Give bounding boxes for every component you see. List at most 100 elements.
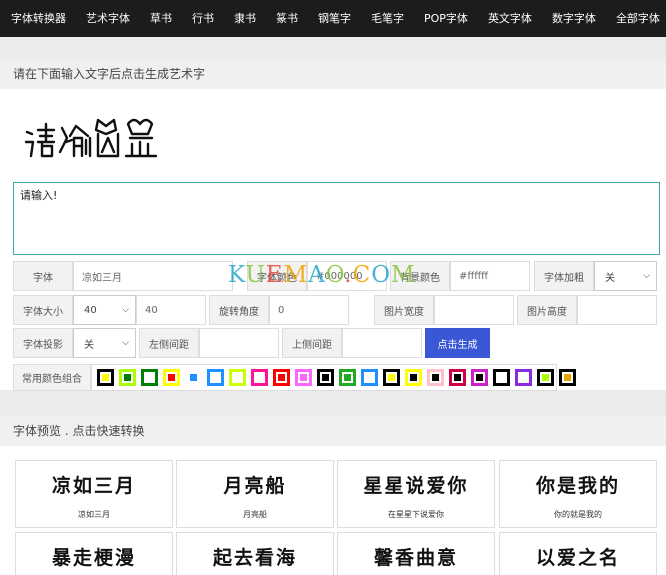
font-input[interactable]: 凉如三月 <box>73 261 233 291</box>
nav-item-11[interactable]: 全部字体 <box>606 0 666 37</box>
color-swatch[interactable] <box>449 369 466 386</box>
font-card[interactable]: 星星说爱你在星星下说爱你 <box>337 460 495 528</box>
font-card-caption: 你的就是我的 <box>554 510 602 519</box>
color-swatch[interactable] <box>383 369 400 386</box>
font-label: 字体 <box>13 261 73 291</box>
chevron-down-icon: ⌵ <box>643 271 650 281</box>
color-swatch[interactable] <box>361 369 378 386</box>
rotate-label: 旋转角度 <box>209 295 269 325</box>
nav-item-5[interactable]: 篆书 <box>266 0 308 37</box>
rotate-input[interactable]: 0 <box>269 295 349 325</box>
color-swatch-fill <box>388 374 395 381</box>
chevron-down-icon: ⌵ <box>122 305 129 315</box>
nav-item-8[interactable]: POP字体 <box>414 0 478 37</box>
top-margin-input[interactable] <box>342 328 422 358</box>
font-card-art: 月亮船 <box>223 475 287 497</box>
nav-item-2[interactable]: 草书 <box>140 0 182 37</box>
font-card-art: 星星说爱你 <box>363 475 469 497</box>
nav-item-0[interactable]: 字体转换器 <box>0 0 76 37</box>
font-card-caption: 凉如三月 <box>78 510 110 519</box>
color-swatch-fill <box>212 374 219 381</box>
shadow-select[interactable]: 关 ⌵ <box>73 328 136 358</box>
color-swatch-fill <box>278 374 285 381</box>
img-width-input[interactable] <box>434 295 514 325</box>
color-swatch[interactable] <box>207 369 224 386</box>
font-color-input[interactable]: #000000 <box>307 261 387 291</box>
color-swatch-fill <box>234 374 241 381</box>
color-swatch[interactable] <box>273 369 290 386</box>
color-swatch-fill <box>168 374 175 381</box>
color-swatch-fill <box>124 374 131 381</box>
color-swatch[interactable] <box>471 369 488 386</box>
bg-color-label: 背景颜色 <box>390 261 450 291</box>
color-swatch-fill <box>498 374 505 381</box>
font-card[interactable]: 以爱之名 <box>499 532 657 575</box>
bg-color-input[interactable]: #ffffff <box>450 261 530 291</box>
font-card-art: 起去看海 <box>212 547 297 569</box>
font-card[interactable]: 起去看海 <box>176 532 334 575</box>
left-margin-label: 左侧间距 <box>139 328 199 358</box>
color-swatch-fill <box>366 374 373 381</box>
font-color-label: 字体颜色 <box>247 261 307 291</box>
color-swatch-fill <box>322 374 329 381</box>
color-swatch[interactable] <box>405 369 422 386</box>
preview-image <box>22 112 162 165</box>
font-size-select-value: 40 <box>84 304 97 316</box>
font-size-input[interactable]: 40 <box>136 295 206 325</box>
color-swatch-fill <box>542 374 549 381</box>
color-swatch-fill <box>410 374 417 381</box>
font-card-art: 凉如三月 <box>51 475 136 497</box>
font-card[interactable]: 月亮船 月亮船 <box>176 460 334 528</box>
color-swatch[interactable] <box>515 369 532 386</box>
font-card-caption: 在星星下说爱你 <box>388 510 444 519</box>
color-swatch[interactable] <box>339 369 356 386</box>
font-card[interactable]: 凉如三月 凉如三月 <box>15 460 173 528</box>
color-swatch[interactable] <box>427 369 444 386</box>
color-swatch-fill <box>300 374 307 381</box>
color-swatch[interactable] <box>559 369 576 386</box>
color-swatch[interactable] <box>119 369 136 386</box>
font-card[interactable]: 暴走梗漫 <box>15 532 173 575</box>
nav-item-10[interactable]: 数字字体 <box>542 0 606 37</box>
color-swatch[interactable] <box>251 369 268 386</box>
nav-item-9[interactable]: 英文字体 <box>478 0 542 37</box>
nav-item-1[interactable]: 艺术字体 <box>76 0 140 37</box>
common-colors-label: 常用颜色组合 <box>13 364 91 391</box>
font-card[interactable]: 你是我的你的就是我的 <box>499 460 657 528</box>
img-height-input[interactable] <box>577 295 657 325</box>
color-swatch[interactable] <box>163 369 180 386</box>
font-card[interactable]: 馨香曲意 <box>337 532 495 575</box>
nav-item-6[interactable]: 钢笔字 <box>308 0 361 37</box>
color-swatch[interactable] <box>97 369 114 386</box>
color-swatch-fill <box>432 374 439 381</box>
font-card-art: 馨香曲意 <box>373 547 458 569</box>
color-swatch-fill <box>476 374 483 381</box>
chevron-down-icon: ⌵ <box>122 338 129 348</box>
nav-item-7[interactable]: 毛笔字 <box>361 0 414 37</box>
nav-item-3[interactable]: 行书 <box>182 0 224 37</box>
color-swatch-fill <box>454 374 461 381</box>
color-swatch[interactable] <box>185 369 202 386</box>
text-input[interactable]: 请输入! <box>13 182 660 255</box>
font-card-art: 你是我的 <box>535 475 620 497</box>
color-swatch[interactable] <box>537 369 554 386</box>
generator-heading: 请在下面输入文字后点击生成艺术字 <box>0 59 666 89</box>
font-card-art: 以爱之名 <box>535 547 620 569</box>
color-swatch[interactable] <box>141 369 158 386</box>
bold-select-value: 关 <box>605 272 615 284</box>
color-swatch[interactable] <box>493 369 510 386</box>
img-height-label: 图片高度 <box>517 295 577 325</box>
color-swatch[interactable] <box>317 369 334 386</box>
generate-button[interactable]: 点击生成 <box>425 328 490 358</box>
font-size-label: 字体大小 <box>13 295 73 325</box>
color-swatch[interactable] <box>229 369 246 386</box>
top-nav: 字体转换器 艺术字体 草书 行书 隶书 篆书 钢笔字 毛笔字 POP字体 英文字体 数字字体 全部字体 <box>0 0 666 37</box>
bold-select[interactable]: 关 ⌵ <box>594 261 657 291</box>
color-swatch[interactable] <box>295 369 312 386</box>
font-card-art: 暴走梗漫 <box>51 547 136 569</box>
left-margin-input[interactable] <box>199 328 279 358</box>
img-width-label: 图片宽度 <box>374 295 434 325</box>
nav-item-4[interactable]: 隶书 <box>224 0 266 37</box>
color-swatch-fill <box>344 374 351 381</box>
font-size-select[interactable]: 40 ⌵ <box>73 295 136 325</box>
